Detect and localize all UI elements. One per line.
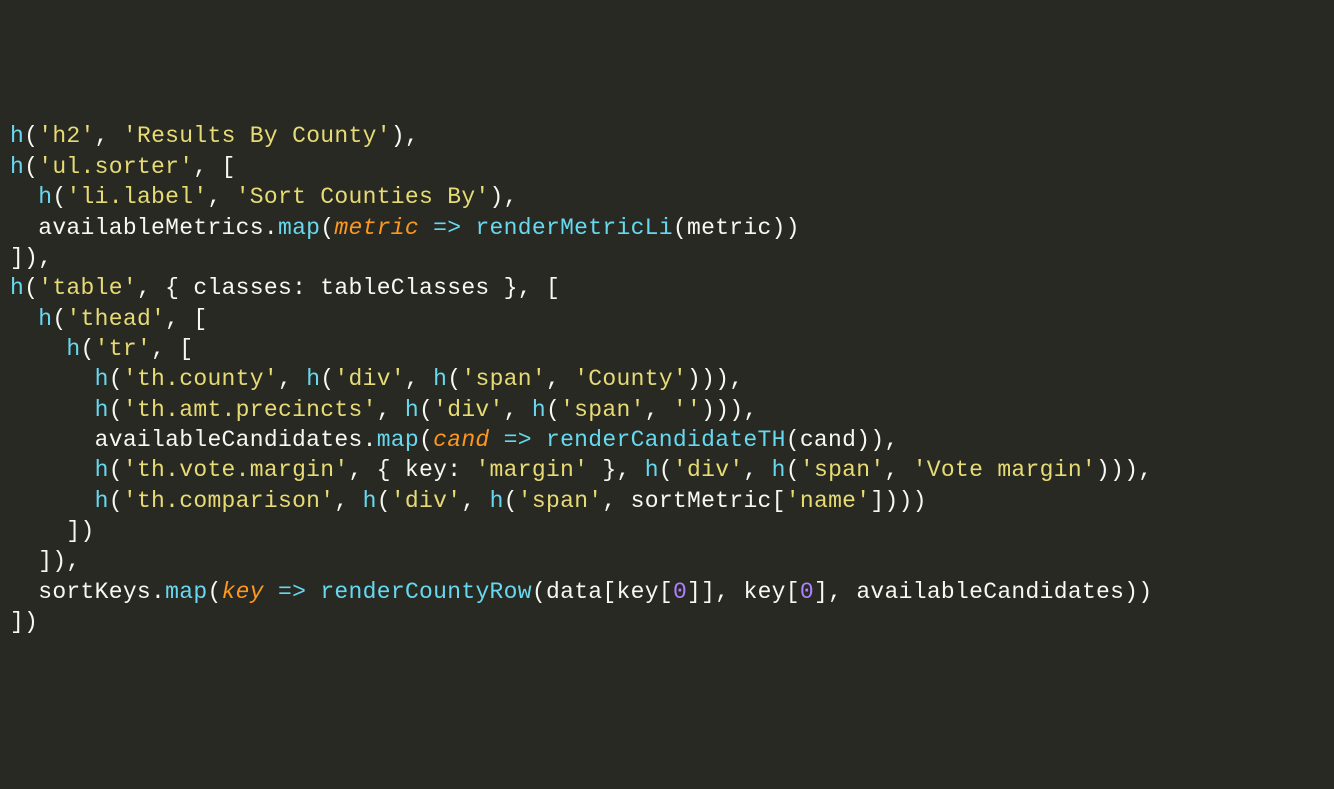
number-literal: 0	[673, 579, 687, 605]
string-literal: ''	[673, 397, 701, 423]
code-line: h('th.vote.margin', { key: 'margin' }, h…	[10, 457, 1152, 483]
string-literal: 'th.county'	[123, 366, 278, 392]
parameter: cand	[433, 427, 489, 453]
parameter: metric	[334, 215, 419, 241]
code-line: h('table', { classes: tableClasses }, [	[10, 275, 560, 301]
function-call: h	[95, 366, 109, 392]
string-literal: 'table'	[38, 275, 137, 301]
number-literal: 0	[800, 579, 814, 605]
string-literal: 'th.vote.margin'	[123, 457, 349, 483]
code-line: h('th.amt.precincts', h('div', h('span',…	[10, 397, 758, 423]
string-literal: 'div'	[673, 457, 744, 483]
function-call: h	[306, 366, 320, 392]
string-literal: 'name'	[786, 488, 871, 514]
code-line: sortKeys.map(key => renderCountyRow(data…	[10, 579, 1152, 605]
code-line: h('th.county', h('div', h('span', 'Count…	[10, 366, 743, 392]
function-call: h	[10, 154, 24, 180]
function-call: h	[38, 184, 52, 210]
code-line: availableCandidates.map(cand => renderCa…	[10, 427, 899, 453]
function-call: h	[405, 397, 419, 423]
function-call: h	[532, 397, 546, 423]
string-literal: 'span'	[461, 366, 546, 392]
function-call: h	[645, 457, 659, 483]
string-literal: 'margin'	[475, 457, 588, 483]
code-line: h('thead', [	[10, 306, 207, 332]
identifier: availableMetrics	[38, 215, 264, 241]
method-call: map	[377, 427, 419, 453]
function-call: h	[433, 366, 447, 392]
string-literal: 'thead'	[66, 306, 165, 332]
arrow-operator: =>	[433, 215, 461, 241]
string-literal: 'div'	[433, 397, 504, 423]
method-call: map	[165, 579, 207, 605]
function-call: h	[95, 397, 109, 423]
string-literal: 'li.label'	[66, 184, 207, 210]
string-literal: 'tr'	[95, 336, 151, 362]
identifier: availableCandidates	[95, 427, 363, 453]
string-literal: 'Sort Counties By'	[236, 184, 490, 210]
string-literal: 'County'	[574, 366, 687, 392]
function-call: h	[95, 488, 109, 514]
function-call: h	[10, 275, 24, 301]
function-call: h	[772, 457, 786, 483]
function-call: renderMetricLi	[475, 215, 672, 241]
string-literal: 'th.comparison'	[123, 488, 335, 514]
string-literal: 'div'	[391, 488, 462, 514]
arrow-operator: =>	[278, 579, 306, 605]
code-line: ]),	[10, 245, 52, 271]
code-editor[interactable]: h('h2', 'Results By County'), h('ul.sort…	[10, 121, 1324, 637]
code-line: h('th.comparison', h('div', h('span', so…	[10, 488, 927, 514]
string-literal: 'Results By County'	[123, 123, 391, 149]
function-call: renderCandidateTH	[546, 427, 786, 453]
code-line: ])	[10, 609, 38, 635]
code-line: h('tr', [	[10, 336, 193, 362]
string-literal: 'Vote margin'	[913, 457, 1096, 483]
string-literal: 'h2'	[38, 123, 94, 149]
identifier: sortKeys	[38, 579, 151, 605]
method-call: map	[278, 215, 320, 241]
function-call: h	[10, 123, 24, 149]
parameter: key	[222, 579, 264, 605]
function-call: h	[95, 457, 109, 483]
code-line: h('li.label', 'Sort Counties By'),	[10, 184, 518, 210]
function-call: h	[363, 488, 377, 514]
string-literal: 'span'	[518, 488, 603, 514]
string-literal: 'div'	[334, 366, 405, 392]
code-line: ])	[10, 518, 95, 544]
function-call: h	[490, 488, 504, 514]
code-line: h('ul.sorter', [	[10, 154, 236, 180]
function-call: renderCountyRow	[320, 579, 532, 605]
string-literal: 'span'	[560, 397, 645, 423]
function-call: h	[38, 306, 52, 332]
string-literal: 'span'	[800, 457, 885, 483]
code-line: availableMetrics.map(metric => renderMet…	[10, 215, 800, 241]
code-line: h('h2', 'Results By County'),	[10, 123, 419, 149]
arrow-operator: =>	[504, 427, 532, 453]
function-call: h	[66, 336, 80, 362]
string-literal: 'th.amt.precincts'	[123, 397, 377, 423]
code-line: ]),	[10, 548, 81, 574]
string-literal: 'ul.sorter'	[38, 154, 193, 180]
